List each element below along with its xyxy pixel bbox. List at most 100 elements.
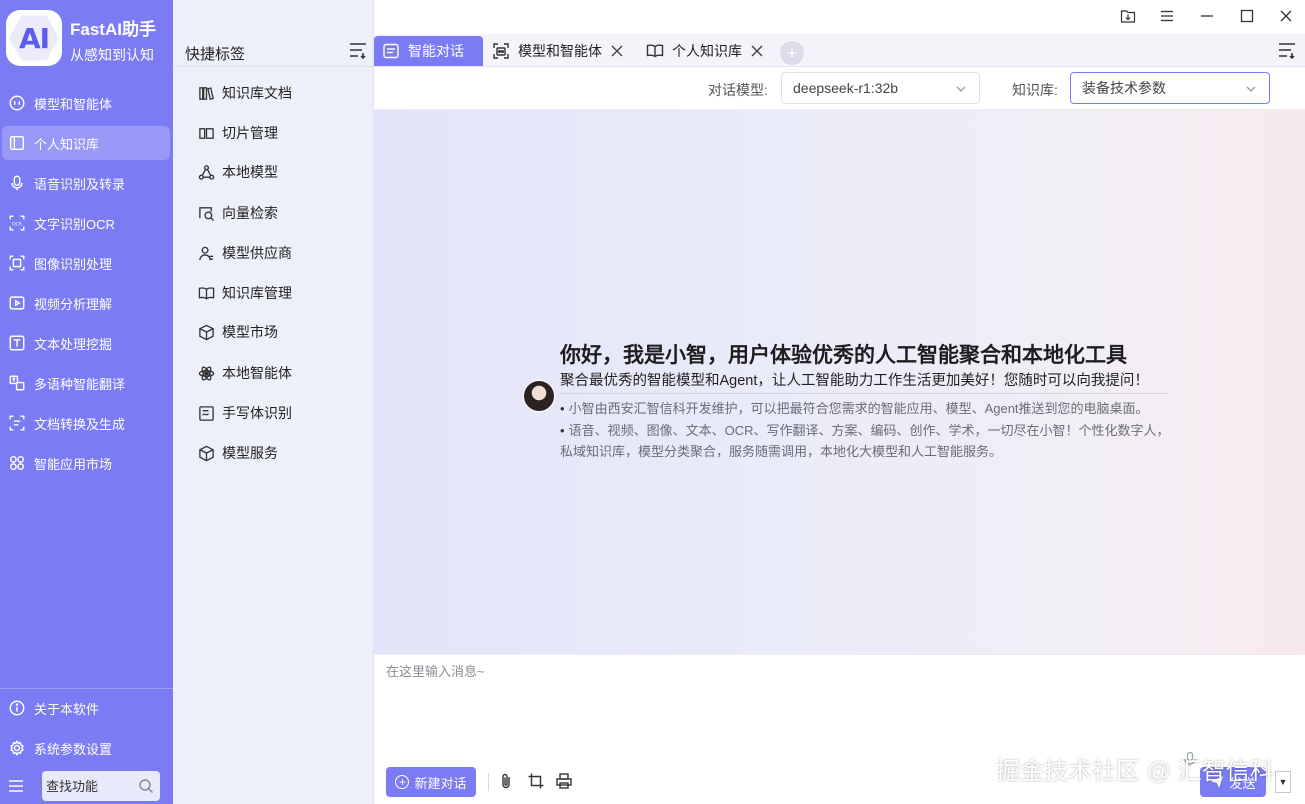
sidebar-item-text[interactable]: 文本处理挖掘 <box>2 326 170 360</box>
chevron-down-icon <box>955 82 967 94</box>
tab-personal-kb[interactable]: 个人知识库 <box>638 36 772 66</box>
search-icon[interactable] <box>138 778 154 794</box>
close-icon[interactable] <box>750 44 764 58</box>
model-select[interactable]: deepseek-r1:32b <box>781 72 980 104</box>
robot-icon <box>492 42 510 60</box>
send-button[interactable]: 发送 <box>1200 767 1266 797</box>
new-chat-button[interactable]: + 新建对话 <box>386 767 476 797</box>
quick-item-label: 模型市场 <box>222 324 278 340</box>
quick-item-kb-manage[interactable]: 知识库管理 <box>197 280 292 306</box>
quick-item-vector-search[interactable]: 向量检索 <box>197 200 278 226</box>
apps-grid-icon <box>8 454 26 472</box>
menu-icon[interactable] <box>1156 6 1178 26</box>
chat-icon <box>382 42 400 60</box>
sidebar-divider <box>0 688 173 689</box>
quick-item-local-agent[interactable]: 本地智能体 <box>197 360 292 386</box>
sidebar-item-doc-convert[interactable]: 文档转换及生成 <box>2 406 170 440</box>
welcome-title: 你好，我是小智，用户体验优秀的人工智能聚合和本地化工具 <box>560 344 1127 367</box>
assistant-avatar <box>523 380 555 412</box>
message-input-area: + 新建对话 发送 ▼ 掘金技术社区 @ 汇智信科 <box>374 654 1305 804</box>
library-icon <box>197 84 215 102</box>
quick-item-label: 本地智能体 <box>222 365 292 381</box>
microphone-icon[interactable] <box>1182 751 1198 767</box>
sidebar-item-video[interactable]: 视频分析理解 <box>2 286 170 320</box>
maximize-icon[interactable] <box>1236 6 1258 26</box>
plus-circle-icon: + <box>395 775 410 789</box>
hamburger-icon[interactable] <box>8 779 24 793</box>
tab-label: 模型和智能体 <box>518 43 602 59</box>
chat-area: 你好，我是小智，用户体验优秀的人工智能聚合和本地化工具 聚合最优秀的智能模型和A… <box>374 110 1305 654</box>
quick-item-supplier[interactable]: 模型供应商 <box>197 240 292 266</box>
sidebar-item-label: 图像识别处理 <box>34 256 113 272</box>
welcome-subtitle: 聚合最优秀的智能模型和Agent，让人工智能助力工作生活更加美好！您随时可以向我… <box>560 373 1149 389</box>
gear-icon <box>8 739 26 757</box>
info-icon <box>8 699 26 717</box>
sidebar-item-label: 视频分析理解 <box>34 296 113 312</box>
main-area: 智能对话 模型和智能体 个人知识库 对话模型: deepseek-r1:32b … <box>374 0 1305 804</box>
kb-select[interactable]: 装备技术参数 <box>1070 72 1270 104</box>
close-icon[interactable] <box>610 44 624 58</box>
book-icon <box>8 134 26 152</box>
quick-item-label: 模型服务 <box>222 445 278 461</box>
tab-bar: 智能对话 模型和智能体 个人知识库 <box>374 34 1305 67</box>
handwriting-icon <box>197 404 215 422</box>
main-sidebar: AI FastAI助手 从感知到认知 模型和智能体 个人知识库 语音识别及转录 … <box>0 0 173 804</box>
model-select-value: deepseek-r1:32b <box>793 80 899 96</box>
sidebar-item-label: 文字识别OCR <box>34 216 115 232</box>
kb-label: 知识库: <box>1012 82 1058 98</box>
minimize-icon[interactable] <box>1196 6 1218 26</box>
robot-icon <box>8 94 26 112</box>
quick-tags-header: 快捷标签 <box>173 34 374 67</box>
sidebar-item-models-agents[interactable]: 模型和智能体 <box>2 86 170 120</box>
send-options-dropdown[interactable]: ▼ <box>1275 771 1291 793</box>
cube-market-icon <box>197 323 215 341</box>
quick-item-handwriting[interactable]: 手写体识别 <box>197 400 292 426</box>
sidebar-item-label: 文本处理挖掘 <box>34 336 113 352</box>
open-book-icon <box>197 284 215 302</box>
message-input[interactable] <box>386 661 1286 751</box>
sidebar-item-settings[interactable]: 系统参数设置 <box>2 731 170 765</box>
quick-item-label: 模型供应商 <box>222 245 292 261</box>
quick-item-slice[interactable]: 切片管理 <box>197 120 278 146</box>
quick-item-local-model[interactable]: 本地模型 <box>197 159 278 185</box>
quick-item-model-market[interactable]: 模型市场 <box>197 319 278 345</box>
tab-models-agents[interactable]: 模型和智能体 <box>484 36 632 66</box>
slice-icon <box>197 124 215 142</box>
app-title: FastAI助手 <box>70 20 156 39</box>
quick-item-kb-docs[interactable]: 知识库文档 <box>197 80 292 106</box>
chat-toolbar: 对话模型: deepseek-r1:32b 知识库: 装备技术参数 <box>374 68 1305 110</box>
svg-text:OCR: OCR <box>12 221 22 227</box>
document-convert-icon <box>8 414 26 432</box>
sidebar-item-ocr[interactable]: OCR 文字识别OCR <box>2 206 170 240</box>
tab-label: 个人知识库 <box>672 43 742 59</box>
sort-menu-icon[interactable] <box>348 41 368 60</box>
tab-smart-chat[interactable]: 智能对话 <box>374 36 483 66</box>
quick-item-label: 知识库文档 <box>222 85 292 101</box>
attachment-icon[interactable] <box>496 771 516 791</box>
tab-menu-icon[interactable] <box>1277 41 1297 60</box>
close-window-icon[interactable] <box>1275 6 1297 26</box>
download-folder-icon[interactable] <box>1117 6 1139 26</box>
sidebar-item-app-market[interactable]: 智能应用市场 <box>2 446 170 480</box>
sidebar-item-about[interactable]: 关于本软件 <box>2 691 170 725</box>
function-search-input[interactable] <box>46 778 136 794</box>
printer-icon[interactable] <box>554 771 574 791</box>
sidebar-item-translate[interactable]: 多语种智能翻译 <box>2 366 170 400</box>
user-supplier-icon <box>197 244 215 262</box>
microphone-icon <box>8 174 26 192</box>
sidebar-item-speech[interactable]: 语音识别及转录 <box>2 166 170 200</box>
add-tab-button[interactable] <box>780 41 804 65</box>
sidebar-item-personal-kb[interactable]: 个人知识库 <box>2 126 170 160</box>
ocr-icon: OCR <box>8 214 26 232</box>
atom-icon <box>197 364 215 382</box>
sidebar-item-label: 文档转换及生成 <box>34 416 126 432</box>
function-search <box>42 771 160 801</box>
quick-item-model-service[interactable]: 模型服务 <box>197 440 278 466</box>
translate-icon <box>8 374 26 392</box>
crop-icon[interactable] <box>526 771 546 791</box>
video-icon <box>8 294 26 312</box>
image-scan-icon <box>8 254 26 272</box>
sidebar-item-image[interactable]: 图像识别处理 <box>2 246 170 280</box>
welcome-bullet: 语音、视频、图像、文本、OCR、写作翻译、方案、编码、创作、学术，一切尽在小智！… <box>560 420 1172 462</box>
quick-item-label: 手写体识别 <box>222 405 292 421</box>
